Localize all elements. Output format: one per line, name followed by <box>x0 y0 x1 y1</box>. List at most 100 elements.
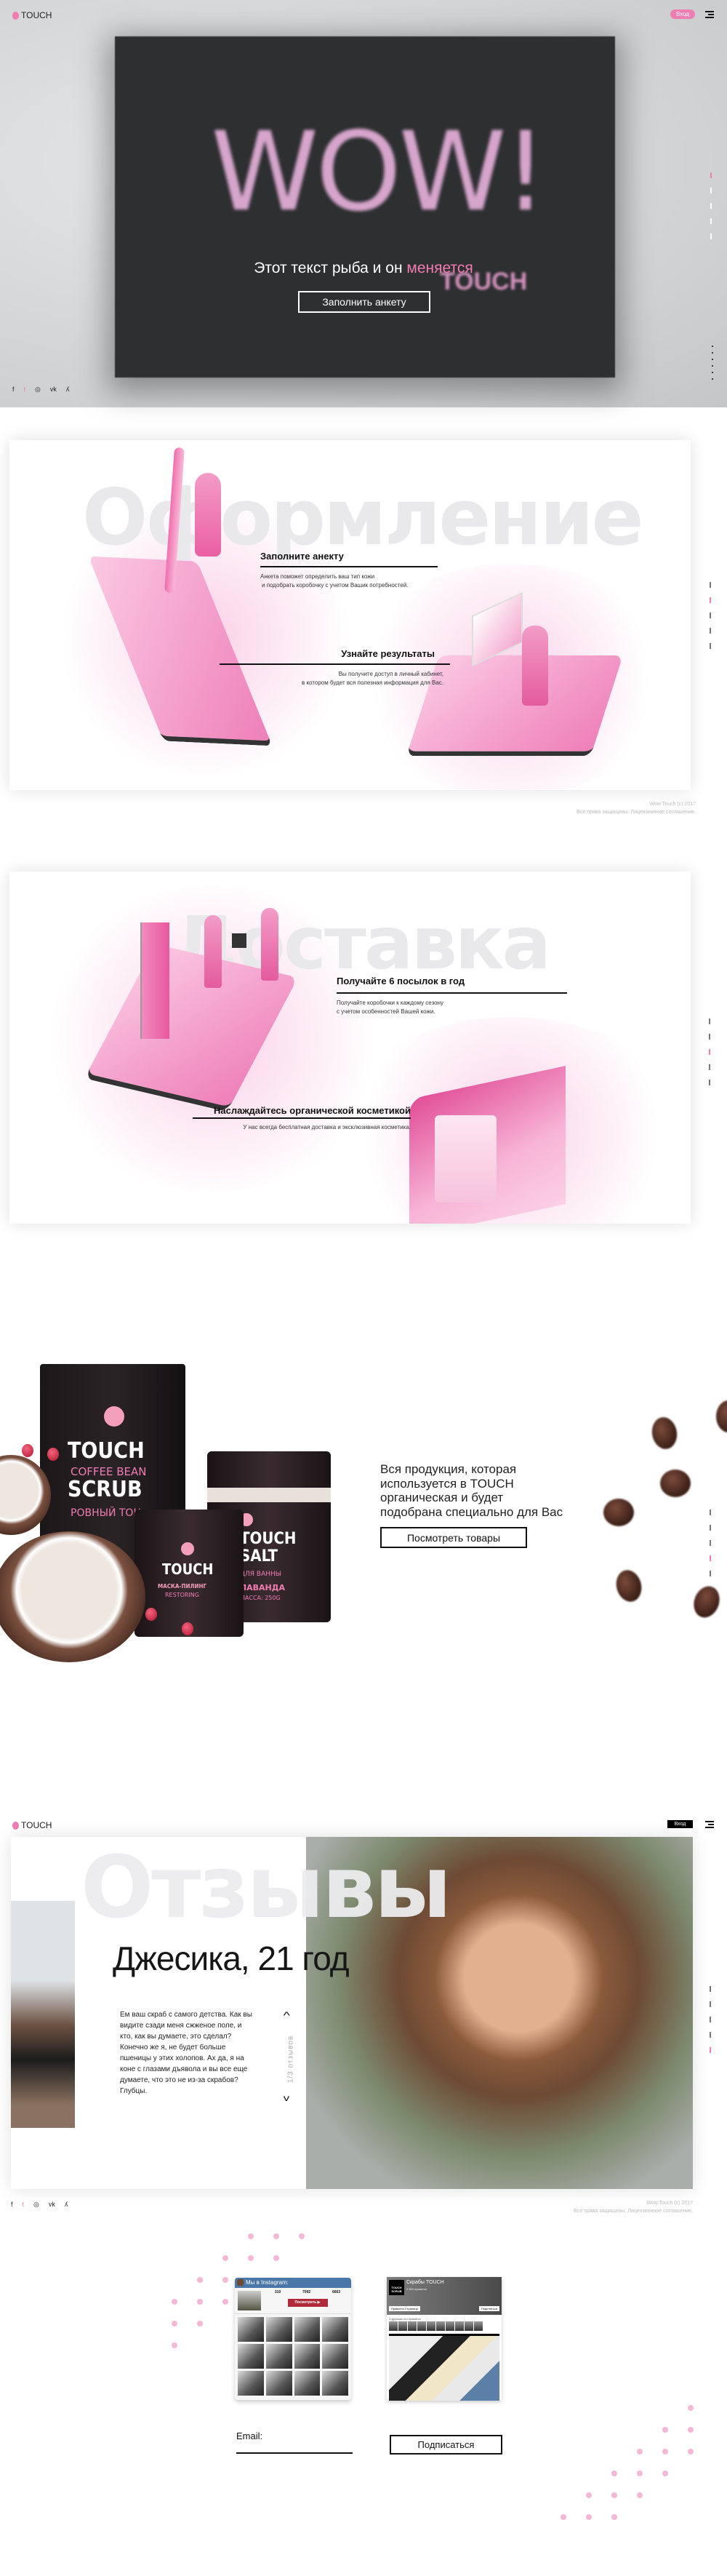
nav-dash-5[interactable] <box>710 2047 711 2053</box>
pink-dot <box>662 2449 668 2455</box>
nav-dash-3[interactable] <box>709 1049 710 1055</box>
pink-dot <box>299 2233 305 2239</box>
friend-avatar[interactable] <box>436 2321 445 2331</box>
raspberry-image <box>47 1448 59 1461</box>
instagram-photo[interactable] <box>238 2344 264 2369</box>
instagram-photo[interactable] <box>294 2371 321 2396</box>
instagram-view-button[interactable]: Посмотреть ▶ <box>287 2299 328 2307</box>
instagram-icon[interactable]: ◎ <box>35 386 41 394</box>
hamburger-icon[interactable] <box>705 11 714 18</box>
friend-avatar[interactable] <box>427 2321 435 2331</box>
friend-avatar[interactable] <box>398 2321 407 2331</box>
friend-avatar[interactable] <box>408 2321 417 2331</box>
instagram-photo[interactable] <box>294 2317 321 2342</box>
instagram-photo[interactable] <box>238 2317 264 2342</box>
step-text: Получайте коробочки к каждому сезону <box>337 1000 444 1006</box>
friend-avatar[interactable] <box>389 2321 398 2331</box>
nav-dash-1[interactable] <box>710 172 712 178</box>
nav-dash-4[interactable] <box>710 218 712 224</box>
facebook-icon[interactable]: f <box>12 386 15 394</box>
instagram-icon[interactable]: ◎ <box>33 2201 39 2209</box>
facebook-page-name[interactable]: Скрабы TOUCH <box>406 2280 444 2285</box>
instagram-photo[interactable] <box>294 2344 321 2369</box>
logo[interactable]: TOUCH <box>12 10 52 20</box>
instagram-photo[interactable] <box>322 2344 348 2369</box>
logo[interactable]: TOUCH <box>12 1820 52 1830</box>
nav-dash-3[interactable] <box>710 1540 711 1546</box>
pink-dot <box>222 2277 228 2283</box>
instagram-photo[interactable] <box>265 2344 292 2369</box>
license-link[interactable]: Все права защищены. Лицензионное соглаше… <box>577 808 696 816</box>
facebook-widget[interactable]: TOUCH SCRUB Скрабы TOUCH 2 800 нравится … <box>387 2277 502 2401</box>
nav-dash-2[interactable] <box>710 2001 711 2007</box>
fill-form-button[interactable]: Заполнить анкету <box>298 291 430 313</box>
instagram-widget[interactable]: Мы в Instagram: 310 7092 6663 Посмотреть… <box>235 2278 351 2400</box>
nav-dash-3[interactable] <box>710 203 712 209</box>
view-products-button[interactable]: Посмотреть товары <box>380 1527 527 1548</box>
pink-dot <box>662 2471 668 2476</box>
nav-dash-5[interactable] <box>710 1571 711 1576</box>
instagram-photo[interactable] <box>322 2317 348 2342</box>
pink-dot <box>688 2405 694 2411</box>
nav-dash-3[interactable] <box>710 613 711 618</box>
friend-avatar[interactable] <box>465 2321 473 2331</box>
step-heading: Наслаждайтесь органической косметикой <box>213 1105 411 1116</box>
prev-review-arrow-icon[interactable]: ^ <box>284 2009 290 2021</box>
facebook-like-button[interactable]: Нравится Страница <box>389 2306 420 2311</box>
hero-wow-word: WOW! <box>211 109 547 236</box>
instagram-photo[interactable] <box>322 2371 348 2396</box>
friend-avatar[interactable] <box>474 2321 483 2331</box>
nav-dash-5[interactable] <box>710 643 711 649</box>
nav-dash-4[interactable] <box>710 628 711 634</box>
followers-count: 7092 <box>302 2290 311 2294</box>
instagram-photo[interactable] <box>238 2371 264 2396</box>
section-title: Отзывы <box>81 1837 451 1937</box>
vk-icon[interactable]: vk <box>50 386 57 394</box>
pink-dot <box>611 2471 617 2476</box>
nav-dash-2[interactable] <box>709 1034 710 1040</box>
nav-dash-2[interactable] <box>710 597 711 603</box>
nav-dash-1[interactable] <box>709 1018 710 1024</box>
vk-icon[interactable]: vk <box>49 2201 55 2209</box>
telegram-icon[interactable]: ʎ <box>65 2201 68 2209</box>
pink-dot <box>197 2277 203 2283</box>
telegram-icon[interactable]: ʎ <box>66 386 70 394</box>
facebook-share-button[interactable]: Поделиться <box>478 2306 499 2311</box>
friend-avatar[interactable] <box>446 2321 454 2331</box>
pink-dot <box>561 2514 566 2520</box>
nav-dash-2[interactable] <box>710 188 712 194</box>
nav-dash-5[interactable] <box>710 234 712 239</box>
twitter-icon[interactable]: t <box>23 2201 25 2209</box>
hero-section: WOW! TOUCH TOUCH Вход Этот текст рыба и … <box>0 0 727 407</box>
nav-dash-3[interactable] <box>710 2017 711 2022</box>
email-input[interactable] <box>236 2442 353 2454</box>
twitter-icon[interactable]: t <box>24 386 26 394</box>
nav-dash-1[interactable] <box>710 582 711 588</box>
next-review-arrow-icon[interactable]: v <box>284 2093 289 2103</box>
raspberry-image <box>182 1622 193 1635</box>
subscribe-button[interactable]: Подписаться <box>390 2435 502 2455</box>
previous-reviewer-photo[interactable] <box>11 1901 75 2128</box>
instagram-photo[interactable] <box>265 2371 292 2396</box>
nav-dash-4[interactable] <box>710 1555 711 1561</box>
hamburger-icon[interactable] <box>705 1821 714 1828</box>
pink-dot <box>197 2321 203 2326</box>
friend-avatar[interactable] <box>417 2321 426 2331</box>
facebook-icon[interactable]: f <box>11 2201 13 2209</box>
login-button[interactable]: Вход <box>667 1820 693 1828</box>
widget-title: Мы в Instagram: <box>246 2279 289 2286</box>
instagram-photo[interactable] <box>265 2317 292 2342</box>
license-link[interactable]: Все права защищены. Лицензионное соглаше… <box>574 2207 693 2215</box>
friend-avatar[interactable] <box>455 2321 464 2331</box>
nav-dash-4[interactable] <box>710 2032 711 2038</box>
raspberry-image <box>22 1444 33 1457</box>
pink-dot <box>637 2449 643 2455</box>
nav-dash-4[interactable] <box>709 1064 710 1070</box>
courier-illustration <box>261 908 278 981</box>
login-button[interactable]: Вход <box>670 9 695 19</box>
nav-dash-1[interactable] <box>710 1986 711 1992</box>
nav-dash-5[interactable] <box>709 1080 710 1085</box>
nav-dash-2[interactable] <box>710 1525 711 1531</box>
pink-dot <box>637 2471 643 2476</box>
nav-dash-1[interactable] <box>710 1510 711 1515</box>
